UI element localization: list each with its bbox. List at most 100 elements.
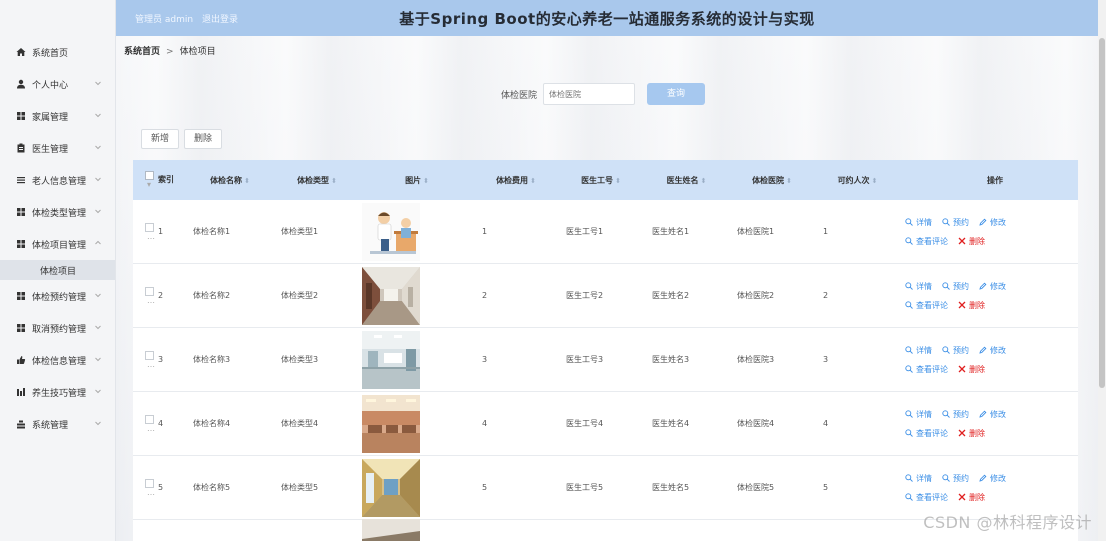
- detail-button[interactable]: 详情: [905, 281, 932, 292]
- chevron-up-icon: [95, 240, 101, 245]
- sidebar-item-label: 家属管理: [32, 112, 69, 123]
- reserve-button[interactable]: 预约: [942, 281, 969, 292]
- search-icon: [942, 346, 950, 354]
- action-label: 修改: [990, 473, 1006, 483]
- detail-button[interactable]: 详情: [905, 217, 932, 228]
- view-reviews-button[interactable]: 查看评论: [905, 300, 948, 311]
- row-checkbox[interactable]: [145, 286, 154, 296]
- row-actions: 详情 预约 修改 查看评论 删除: [900, 345, 1030, 375]
- sidebar-item-family[interactable]: 家属管理: [0, 100, 115, 132]
- cell-hospital: 体检医院3: [737, 355, 775, 364]
- sidebar-item-exam-reservation[interactable]: 体检预约管理: [0, 280, 115, 312]
- detail-button[interactable]: 详情: [905, 409, 932, 420]
- view-reviews-button[interactable]: 查看评论: [905, 364, 948, 375]
- delete-button[interactable]: 删除: [184, 129, 223, 149]
- col-image[interactable]: 图片 ⬍: [360, 175, 474, 186]
- ward-hallway-thumbnail[interactable]: [362, 458, 420, 517]
- scrollbar-thumb[interactable]: [1099, 38, 1105, 388]
- hospital-lobby-thumbnail[interactable]: [362, 330, 420, 389]
- col-type[interactable]: 体检类型 ⬍: [274, 175, 360, 186]
- row-select[interactable]: …: [133, 222, 158, 241]
- sidebar-item-home[interactable]: 系统首页: [0, 36, 115, 68]
- hospital-search-input[interactable]: [543, 83, 636, 105]
- search-button[interactable]: 查询: [647, 83, 706, 105]
- edit-button[interactable]: 修改: [979, 281, 1006, 292]
- cell-image[interactable]: [360, 394, 474, 453]
- view-reviews-button[interactable]: 查看评论: [905, 236, 948, 247]
- cell-image[interactable]: [360, 266, 474, 325]
- cell-name: 体检名称3: [193, 355, 231, 364]
- sidebar-item-exam-info[interactable]: 体检信息管理: [0, 344, 115, 376]
- row-checkbox[interactable]: [145, 222, 154, 232]
- action-label: 详情: [916, 281, 932, 291]
- sidebar-item-exam-project[interactable]: 体检项目管理: [0, 228, 115, 260]
- view-reviews-button[interactable]: 查看评论: [905, 428, 948, 439]
- remove-button[interactable]: 删除: [958, 300, 985, 311]
- pencil-icon: [979, 218, 987, 226]
- reserve-button[interactable]: 预约: [942, 473, 969, 484]
- watermark: CSDN @林科程序设计: [923, 513, 1092, 532]
- row-checkbox[interactable]: [145, 350, 154, 360]
- action-label: 删除: [969, 364, 985, 374]
- row-checkbox[interactable]: [145, 478, 154, 488]
- col-doctor-name[interactable]: 医生姓名 ⬍: [644, 175, 729, 186]
- row-select[interactable]: …: [133, 350, 158, 369]
- cell-image[interactable]: [360, 330, 474, 389]
- sidebar-item-label: 医生管理: [32, 144, 69, 155]
- detail-button[interactable]: 详情: [905, 345, 932, 356]
- chevron-down-icon: [95, 209, 101, 214]
- sidebar-item-doctor[interactable]: 医生管理: [0, 132, 115, 164]
- row-select[interactable]: …: [133, 414, 158, 433]
- edit-button[interactable]: 修改: [979, 409, 1006, 420]
- close-icon: [958, 301, 966, 309]
- col-fee[interactable]: 体检费用 ⬍: [474, 175, 558, 186]
- remove-button[interactable]: 删除: [958, 236, 985, 247]
- page-scrollbar[interactable]: [1098, 0, 1106, 541]
- cell-image[interactable]: [360, 518, 474, 541]
- row-select[interactable]: …: [133, 286, 158, 305]
- cell-type: 体检类型5: [281, 483, 319, 492]
- sidebar-item-system[interactable]: 系统管理: [0, 408, 115, 440]
- breadcrumb-current: 体检项目: [179, 47, 216, 57]
- sidebar-item-elderly-info[interactable]: 老人信息管理: [0, 164, 115, 196]
- cell-image[interactable]: [360, 202, 474, 261]
- remove-button[interactable]: 删除: [958, 364, 985, 375]
- sidebar-item-cancel-reservation[interactable]: 取消预约管理: [0, 312, 115, 344]
- col-capacity[interactable]: 可约人次 ⬍: [815, 175, 900, 186]
- dropdown-dot-icon: …: [147, 295, 155, 305]
- sidebar-subitem-exam-project[interactable]: 体检项目: [0, 260, 115, 280]
- remove-button[interactable]: 删除: [958, 428, 985, 439]
- cell-image[interactable]: [360, 458, 474, 517]
- sidebar-item-personal-center[interactable]: 个人中心: [0, 68, 115, 100]
- reserve-button[interactable]: 预约: [942, 345, 969, 356]
- cell-index: 2: [158, 291, 164, 300]
- waiting-hall-thumbnail[interactable]: [362, 394, 420, 453]
- sidebar-item-exam-type[interactable]: 体检类型管理: [0, 196, 115, 228]
- page-title: 基于Spring Boot的安心养老一站通服务系统的设计与实现: [399, 10, 815, 28]
- view-reviews-button[interactable]: 查看评论: [905, 492, 948, 503]
- sidebar-item-label: 取消预约管理: [32, 324, 87, 335]
- chevron-down-icon: [95, 113, 101, 118]
- detail-button[interactable]: 详情: [905, 473, 932, 484]
- cell-name: 体检名称2: [193, 291, 231, 300]
- header-select-all[interactable]: ▾: [133, 171, 158, 189]
- col-doctor-id[interactable]: 医生工号 ⬍: [558, 175, 644, 186]
- chevron-down-icon: [95, 145, 101, 150]
- col-name[interactable]: 体检名称 ⬍: [186, 175, 274, 186]
- doctor-cartoon-thumbnail[interactable]: [362, 202, 420, 261]
- sidebar-item-health-tips[interactable]: 养生技巧管理: [0, 376, 115, 408]
- edit-button[interactable]: 修改: [979, 345, 1006, 356]
- row-checkbox[interactable]: [145, 414, 154, 424]
- edit-button[interactable]: 修改: [979, 217, 1006, 228]
- reserve-button[interactable]: 预约: [942, 409, 969, 420]
- row-select[interactable]: …: [133, 478, 158, 497]
- select-all-checkbox[interactable]: [145, 171, 154, 180]
- partial-thumbnail[interactable]: [362, 518, 420, 541]
- edit-button[interactable]: 修改: [979, 473, 1006, 484]
- col-hospital[interactable]: 体检医院 ⬍: [729, 175, 815, 186]
- add-button[interactable]: 新增: [141, 129, 180, 149]
- reserve-button[interactable]: 预约: [942, 217, 969, 228]
- hospital-corridor-thumbnail[interactable]: [362, 266, 420, 325]
- remove-button[interactable]: 删除: [958, 492, 985, 503]
- breadcrumb-home[interactable]: 系统首页: [124, 47, 160, 57]
